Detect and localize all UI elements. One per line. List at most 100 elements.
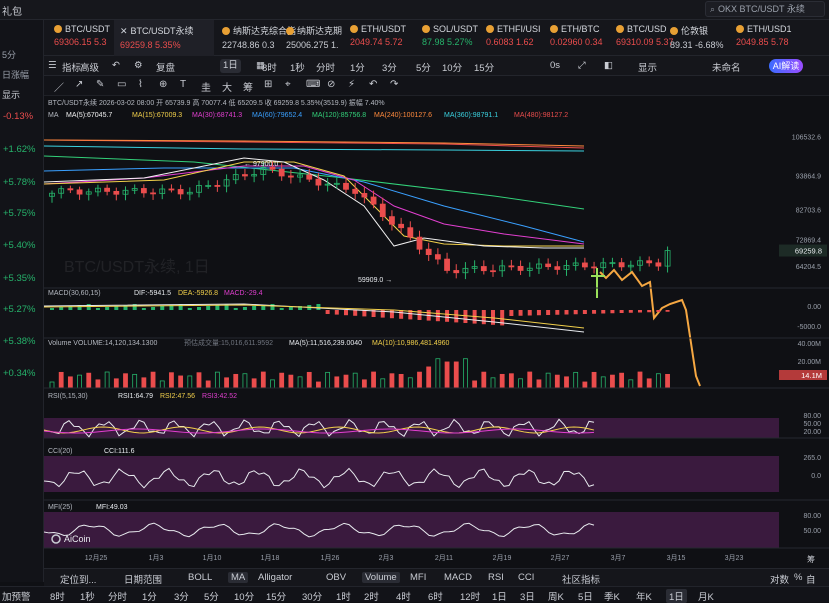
- keyboard-icon[interactable]: ⌨: [306, 79, 320, 90]
- period-button[interactable]: 周K: [548, 589, 564, 603]
- toolbar-item[interactable]: 1秒: [290, 60, 305, 74]
- period-button[interactable]: 5分: [204, 589, 219, 603]
- toolbar-item[interactable]: 1分: [350, 60, 365, 74]
- line-tool-icon[interactable]: ／: [54, 79, 64, 94]
- period-button[interactable]: 1分: [142, 589, 157, 603]
- symbol-tab[interactable]: 伦敦银 89.31 -6.68%: [664, 20, 728, 56]
- toolbar-item[interactable]: 复盘: [156, 60, 175, 74]
- symbol-tab[interactable]: SOL/USDT 87.98 5.27%: [416, 20, 478, 56]
- period-button[interactable]: 6时: [428, 589, 443, 603]
- chart-area[interactable]: BTC/USDT永续 2026-03-02 08:00 开 65739.9 高 …: [43, 96, 829, 568]
- toolbar-item[interactable]: 显示: [638, 60, 657, 74]
- ai-interpret-button[interactable]: AI解读: [769, 59, 803, 73]
- watchlist-change[interactable]: +5.75%: [3, 208, 36, 219]
- hide-icon[interactable]: ⊘: [327, 79, 335, 90]
- indicator-button[interactable]: BOLL: [188, 572, 212, 583]
- period-button[interactable]: 10分: [234, 589, 254, 603]
- period-button[interactable]: 12时: [460, 589, 480, 603]
- period-button[interactable]: 30分: [302, 589, 322, 603]
- toolbar-icon[interactable]: ↶: [112, 60, 120, 71]
- indicator-label[interactable]: 指标: [62, 60, 81, 74]
- undo-icon[interactable]: ↶: [369, 79, 377, 90]
- watchlist-change[interactable]: +0.34%: [3, 368, 36, 379]
- symbol-tab[interactable]: ETHFI/USI 0.6083 1.62: [480, 20, 542, 56]
- symbol-tab[interactable]: BTC/USDT 69306.15 5.3: [48, 20, 112, 56]
- indicator-button[interactable]: 日期范围: [124, 572, 162, 586]
- symbol-tab[interactable]: 纳斯达克综合指 22748.86 0.3: [216, 20, 296, 56]
- measure-tool-icon[interactable]: 圭: [201, 79, 211, 94]
- toolbar-item[interactable]: 1日: [220, 59, 241, 73]
- indicator-button[interactable]: Volume: [362, 572, 400, 583]
- indicator-button[interactable]: MA: [228, 572, 249, 583]
- rect-tool-icon[interactable]: ▭: [117, 79, 126, 90]
- indicator-button[interactable]: 自: [806, 572, 816, 586]
- toolbar-item[interactable]: 3分: [382, 60, 397, 74]
- period-button[interactable]: 季K: [604, 589, 620, 603]
- gift-label[interactable]: 礼包: [2, 3, 22, 18]
- target-tool-icon[interactable]: ⊕: [159, 79, 167, 90]
- indicator-button[interactable]: Alligator: [258, 572, 292, 583]
- ray-tool-icon[interactable]: ↗: [75, 79, 83, 90]
- indicator-button[interactable]: MACD: [444, 572, 472, 583]
- symbol-tab[interactable]: BTC/USD 69310.09 5.37: [610, 20, 674, 56]
- period-button[interactable]: 1日: [666, 589, 687, 603]
- period-button[interactable]: 2时: [364, 589, 379, 603]
- fib-tool-icon[interactable]: ⌇: [138, 79, 143, 90]
- toolbar-item[interactable]: 5分: [416, 60, 431, 74]
- toolbar-icon[interactable]: ⤢: [578, 60, 586, 71]
- symbol-tab[interactable]: ✕ BTC/USDT永续 69259.8 5.35%: [114, 20, 214, 56]
- candlestick-chart[interactable]: BTC/USDT永续 2026-03-02 08:00 开 65739.9 高 …: [43, 96, 829, 568]
- close-icon[interactable]: ✕: [120, 26, 128, 36]
- watchlist-change[interactable]: +5.38%: [3, 336, 36, 347]
- period-button[interactable]: 月K: [698, 589, 714, 603]
- period-button[interactable]: 4时: [396, 589, 411, 603]
- indicator-button[interactable]: %: [794, 572, 802, 583]
- indicator-button[interactable]: RSI: [488, 572, 504, 583]
- symbol-tab[interactable]: ETH/USDT 2049.74 5.72: [344, 20, 414, 56]
- symbol-tab[interactable]: ETH/BTC 0.02960 0.34: [544, 20, 608, 56]
- watchlist-change[interactable]: +5.40%: [3, 240, 36, 251]
- period-button[interactable]: 加预警: [2, 589, 31, 603]
- toolbar-item[interactable]: 10分: [442, 60, 462, 74]
- watchlist-change[interactable]: +5.35%: [3, 273, 36, 284]
- toolbar-item[interactable]: 分时: [316, 60, 335, 74]
- flash-icon[interactable]: ⚡: [348, 79, 355, 90]
- large-tool-icon[interactable]: 大: [222, 79, 232, 94]
- indicator-button[interactable]: 对数: [770, 572, 789, 586]
- toolbar-icon[interactable]: ◧: [604, 60, 613, 71]
- indicator-button[interactable]: 社区指标: [562, 572, 600, 586]
- toolbar-icon[interactable]: ⚙: [134, 60, 143, 71]
- crosshair-tool-icon[interactable]: ⌖: [285, 79, 291, 90]
- search-input[interactable]: ⌕ OKX BTC/USDT 永续: [705, 1, 825, 17]
- indicator-button[interactable]: 定位到...: [60, 572, 96, 586]
- symbol-tab[interactable]: ETH/USD1 2049.85 5.78: [730, 20, 792, 56]
- watchlist-change[interactable]: +5.27%: [3, 304, 36, 315]
- period-button[interactable]: 8时: [50, 589, 65, 603]
- watchlist-change[interactable]: +5.78%: [3, 177, 36, 188]
- period-button[interactable]: 1秒: [80, 589, 95, 603]
- chip-tool-icon[interactable]: 筹: [243, 79, 253, 94]
- period-button[interactable]: 1日: [492, 589, 507, 603]
- indicator-button[interactable]: CCI: [518, 572, 534, 583]
- menu-icon[interactable]: ☰: [48, 60, 57, 71]
- symbol-tab[interactable]: 纳斯达克期 25006.275 1.: [280, 20, 342, 56]
- toolbar-item[interactable]: 15分: [474, 60, 494, 74]
- period-button[interactable]: 3日: [520, 589, 535, 603]
- toolbar-item[interactable]: 8时: [262, 60, 277, 74]
- period-button[interactable]: 年K: [636, 589, 652, 603]
- period-button[interactable]: 3分: [174, 589, 189, 603]
- indicator-button[interactable]: MFI: [410, 572, 426, 583]
- indicator-button[interactable]: OBV: [326, 572, 346, 583]
- period-button[interactable]: 分时: [108, 589, 127, 603]
- toolbar-item[interactable]: 0s: [550, 60, 560, 71]
- pen-tool-icon[interactable]: ✎: [96, 79, 104, 90]
- watchlist-change[interactable]: -0.13%: [3, 111, 33, 122]
- period-button[interactable]: 1时: [336, 589, 351, 603]
- grid-tool-icon[interactable]: ⊞: [264, 79, 272, 90]
- period-button[interactable]: 15分: [266, 589, 286, 603]
- toolbar-item[interactable]: 未命名: [712, 60, 741, 74]
- redo-icon[interactable]: ↷: [390, 79, 398, 90]
- toolbar-item[interactable]: 高级: [80, 60, 99, 74]
- period-button[interactable]: 5日: [578, 589, 593, 603]
- watchlist-change[interactable]: +1.62%: [3, 144, 36, 155]
